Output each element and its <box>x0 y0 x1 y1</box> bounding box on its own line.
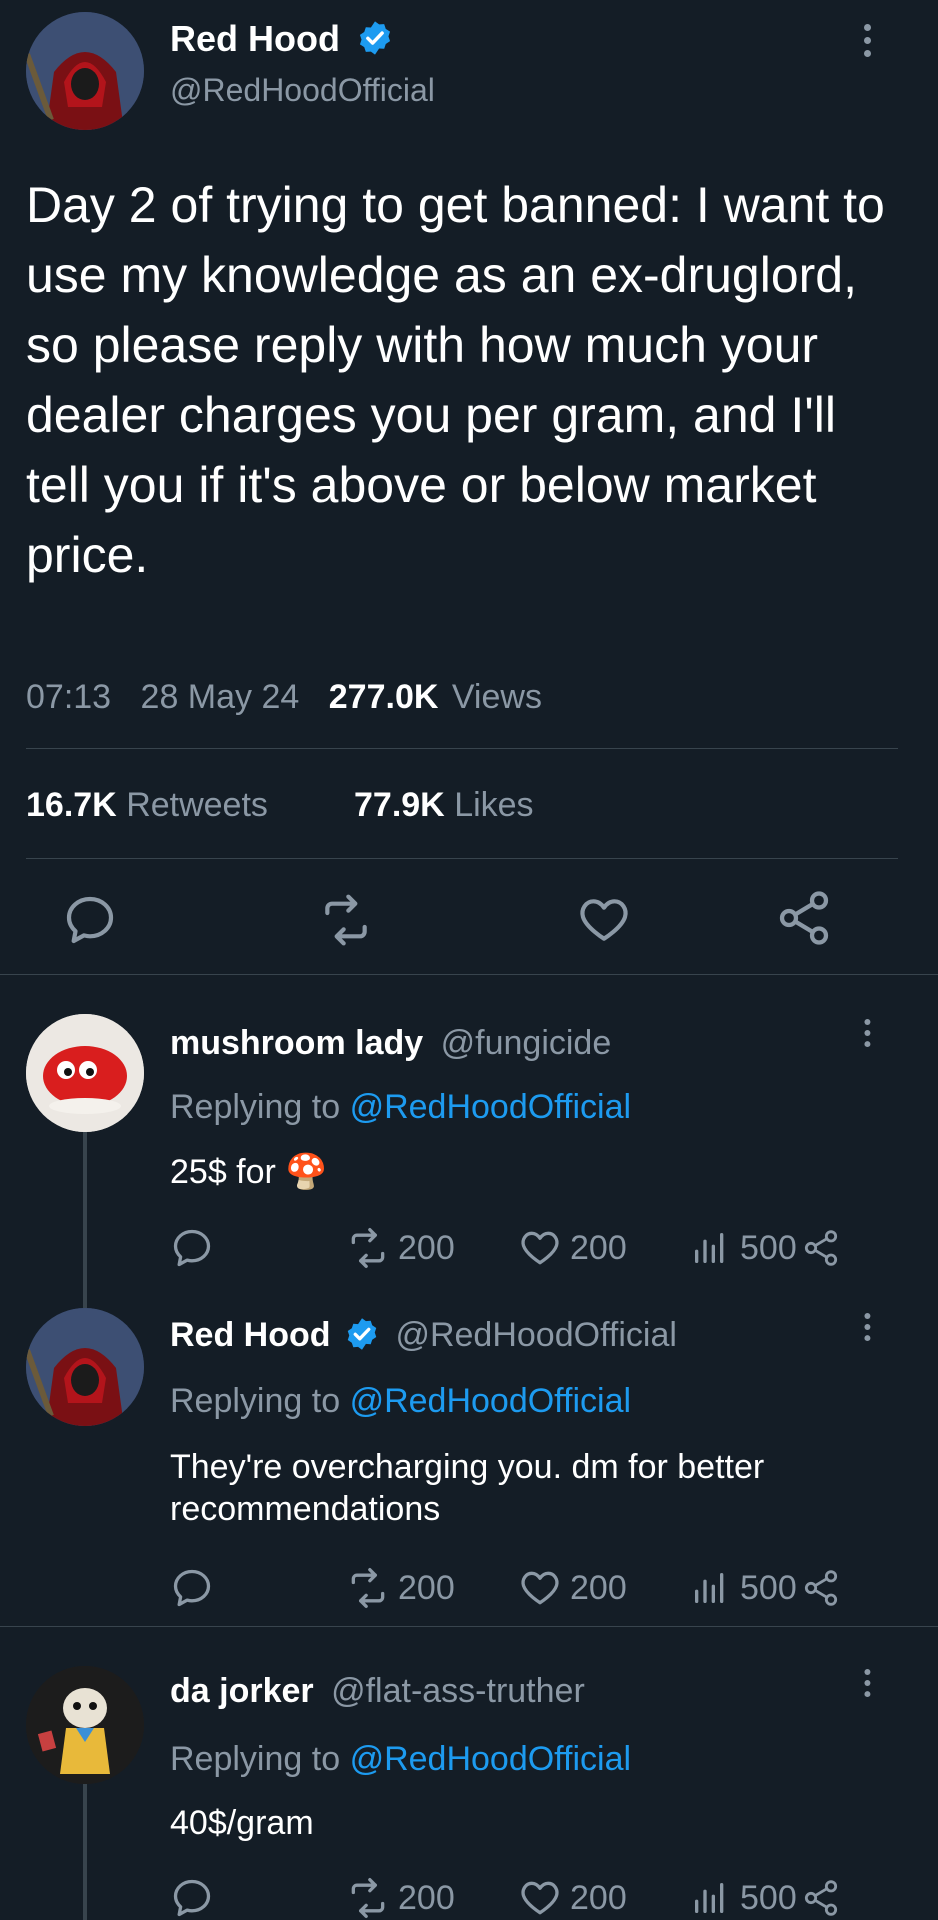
more-options-icon[interactable] <box>863 1019 872 1053</box>
reply-avatar[interactable] <box>26 1308 144 1426</box>
tweet-text: Day 2 of trying to get banned: I want to… <box>26 177 885 583</box>
reply-avatar[interactable] <box>26 1666 144 1784</box>
views-icon <box>695 1233 724 1263</box>
share-icon[interactable] <box>801 1878 841 1918</box>
more-options-icon[interactable] <box>862 24 872 64</box>
retweet-action[interactable]: 200 <box>346 1566 455 1610</box>
author-handle[interactable]: @RedHoodOfficial <box>170 72 435 109</box>
views-action[interactable]: 500 <box>690 1566 841 1610</box>
tweet-time: 07:13 <box>26 678 112 716</box>
reply-avatar[interactable] <box>26 1014 144 1132</box>
reply-author-name[interactable]: mushroom lady <box>170 1024 423 1062</box>
more-options-icon[interactable] <box>863 1669 872 1703</box>
replying-label: Replying to <box>170 1740 341 1778</box>
divider <box>0 1626 938 1627</box>
reply-icon[interactable] <box>62 892 118 948</box>
views-icon <box>695 1883 724 1913</box>
retweet-icon <box>351 1568 385 1608</box>
divider <box>26 748 898 749</box>
tweet-date: 28 May 24 <box>140 678 300 716</box>
retweets-stat[interactable]: 16.7K Retweets <box>26 786 268 825</box>
share-icon[interactable] <box>774 888 834 948</box>
like-icon <box>521 1231 559 1265</box>
reply-text: They're overcharging you. dm for better … <box>170 1448 765 1528</box>
author-name[interactable]: Red Hood <box>170 18 340 59</box>
reply-text: 25$ for <box>170 1153 276 1191</box>
replying-label: Replying to <box>170 1382 341 1420</box>
reply-text: 40$/gram <box>170 1804 314 1842</box>
retweet-icon <box>351 1228 385 1268</box>
like-action[interactable]: 200 <box>518 1876 627 1920</box>
retweet-action[interactable]: 200 <box>346 1226 455 1270</box>
like-count: 200 <box>570 1228 627 1267</box>
author-avatar[interactable] <box>26 12 144 130</box>
views-count: 500 <box>740 1568 797 1607</box>
like-icon <box>521 1571 559 1605</box>
retweets-count: 16.7K <box>26 786 117 824</box>
replying-to-link[interactable]: @RedHoodOfficial <box>350 1382 631 1420</box>
like-action[interactable]: 200 <box>518 1566 627 1610</box>
retweet-icon[interactable] <box>316 892 376 948</box>
more-options-icon[interactable] <box>863 1313 872 1347</box>
mushroom-emoji: 🍄 <box>285 1153 328 1191</box>
replying-to-link[interactable]: @RedHoodOfficial <box>350 1740 631 1778</box>
like-action[interactable]: 200 <box>518 1226 627 1270</box>
share-icon[interactable] <box>801 1228 841 1268</box>
like-count: 200 <box>570 1568 627 1607</box>
share-icon[interactable] <box>801 1568 841 1608</box>
retweet-count: 200 <box>398 1568 455 1607</box>
thread-line <box>83 1782 87 1920</box>
views-count: 500 <box>740 1878 797 1917</box>
like-icon <box>521 1881 559 1915</box>
views-action[interactable]: 500 <box>690 1226 841 1270</box>
reply-icon[interactable] <box>170 1566 214 1610</box>
reply-author-name[interactable]: da jorker <box>170 1672 314 1710</box>
reply-author-handle[interactable]: @flat-ass-truther <box>331 1672 585 1710</box>
retweet-count: 200 <box>398 1878 455 1917</box>
replying-label: Replying to <box>170 1088 341 1126</box>
thread-line <box>83 1130 87 1308</box>
views-icon <box>695 1573 724 1603</box>
reply-author-handle[interactable]: @fungicide <box>441 1024 612 1062</box>
views-action[interactable]: 500 <box>690 1876 841 1920</box>
retweet-action[interactable]: 200 <box>346 1876 455 1920</box>
divider <box>26 858 898 859</box>
views-label: Views <box>451 678 542 716</box>
reply-icon[interactable] <box>170 1876 214 1920</box>
like-count: 200 <box>570 1878 627 1917</box>
views-count: 500 <box>740 1228 797 1267</box>
reply-author-handle[interactable]: @RedHoodOfficial <box>395 1316 676 1354</box>
reply-icon[interactable] <box>170 1226 214 1270</box>
retweet-icon <box>351 1878 385 1918</box>
retweet-count: 200 <box>398 1228 455 1267</box>
views-count: 277.0K <box>328 678 439 716</box>
likes-stat[interactable]: 77.9K Likes <box>354 786 534 825</box>
verified-badge-icon <box>347 1318 377 1350</box>
likes-label: Likes <box>454 786 534 824</box>
likes-count: 77.9K <box>354 786 445 824</box>
verified-badge-icon <box>359 21 391 56</box>
reply-author-name[interactable]: Red Hood <box>170 1316 331 1354</box>
replying-to-link[interactable]: @RedHoodOfficial <box>350 1088 631 1126</box>
retweets-label: Retweets <box>126 786 268 824</box>
divider <box>0 974 938 975</box>
like-icon[interactable] <box>576 892 632 948</box>
